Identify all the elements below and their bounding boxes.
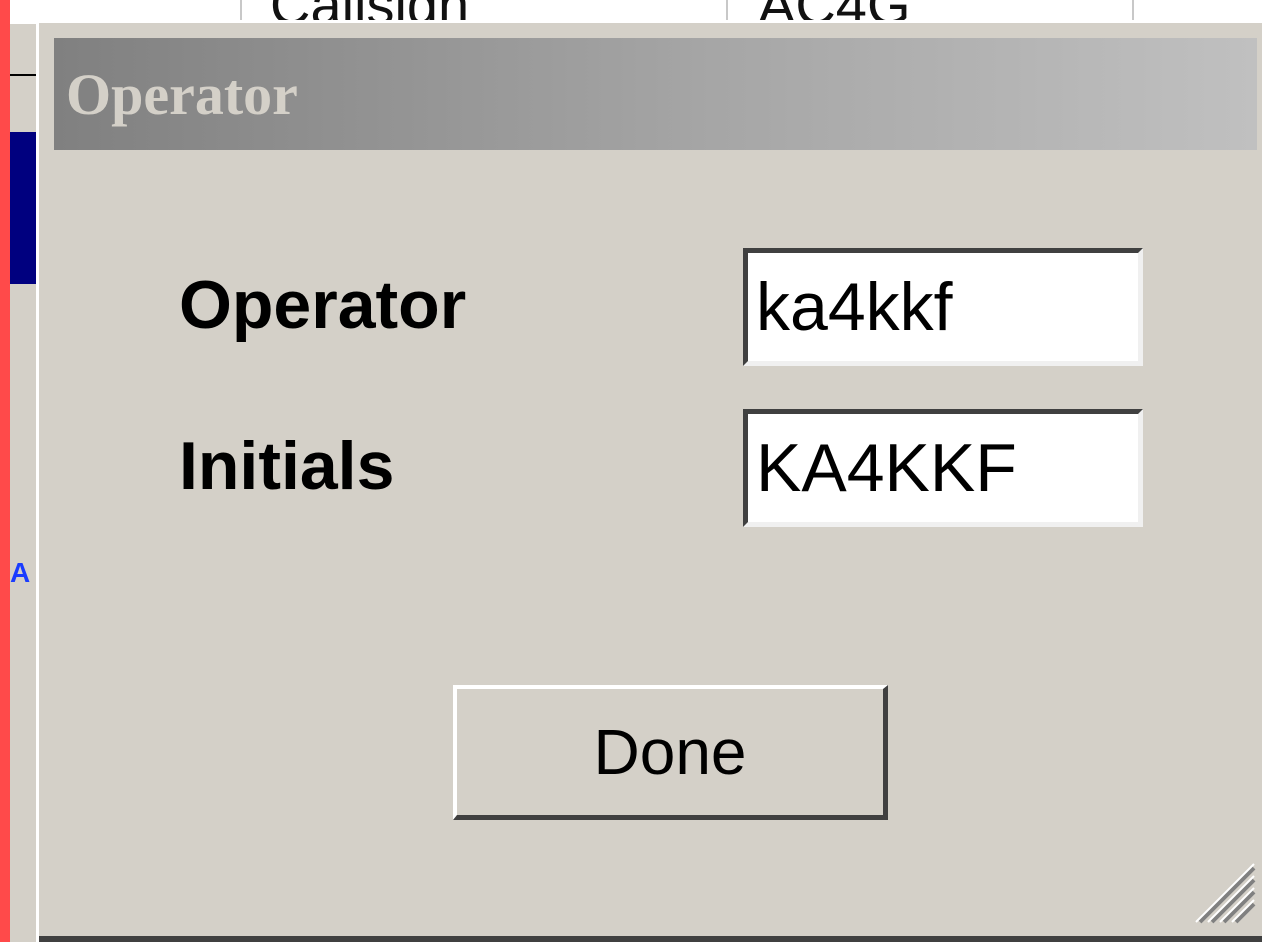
background-selected-row (10, 132, 36, 284)
screen: Callsign AC4G A Operator Operator ka4kkf… (0, 0, 1262, 942)
background-text-fragment: A (10, 557, 31, 588)
resize-grip-icon[interactable] (1192, 860, 1256, 924)
initials-input[interactable]: KA4KKF (743, 409, 1143, 527)
background-divider-line (10, 74, 36, 76)
dialog-title: Operator (66, 62, 298, 127)
operator-dialog: Operator Operator ka4kkf Initials KA4KKF… (36, 20, 1262, 942)
operator-input[interactable]: ka4kkf (743, 248, 1143, 366)
dialog-titlebar[interactable]: Operator (54, 38, 1257, 150)
operator-label: Operator (179, 267, 467, 343)
initials-label: Initials (179, 428, 395, 504)
done-button[interactable]: Done (453, 685, 888, 820)
